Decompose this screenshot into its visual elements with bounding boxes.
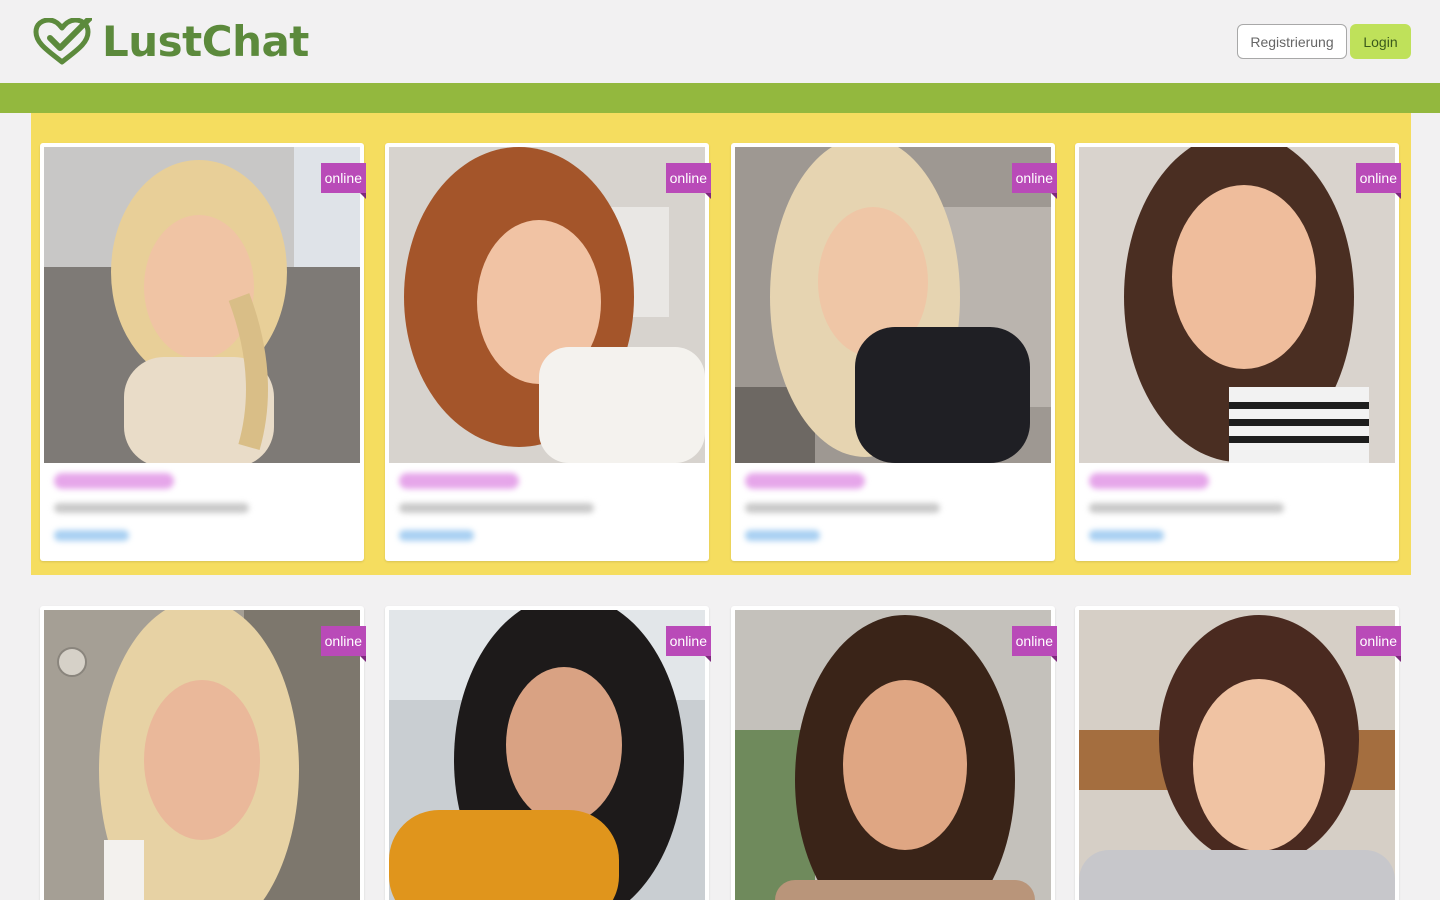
online-badge: online xyxy=(665,626,712,662)
blurred-name xyxy=(745,473,865,489)
blurred-link[interactable] xyxy=(745,530,820,541)
profile-card[interactable]: online xyxy=(731,606,1058,900)
online-badge: online xyxy=(320,626,367,662)
site-header: LustChat Registrierung Login xyxy=(0,0,1440,83)
profile-card[interactable]: online xyxy=(385,606,712,900)
online-badge: online xyxy=(1011,626,1058,662)
profile-photo xyxy=(389,147,705,463)
blurred-description xyxy=(745,503,940,513)
heart-check-icon xyxy=(33,18,92,65)
profile-photo xyxy=(735,610,1051,900)
online-badge: online xyxy=(1355,163,1402,199)
profile-photo xyxy=(389,610,705,900)
profile-photo xyxy=(44,610,360,900)
blurred-name xyxy=(399,473,519,489)
profile-card[interactable]: online xyxy=(385,143,712,561)
blurred-description xyxy=(54,503,249,513)
register-button[interactable]: Registrierung xyxy=(1237,24,1347,59)
profile-photo xyxy=(44,147,360,463)
logo-text: LustChat xyxy=(102,17,309,66)
profile-card[interactable]: online xyxy=(731,143,1058,561)
blurred-link[interactable] xyxy=(1089,530,1164,541)
profile-card[interactable]: online xyxy=(1075,606,1402,900)
blurred-description xyxy=(1089,503,1284,513)
online-badge: online xyxy=(1011,163,1058,199)
nav-bar xyxy=(0,83,1440,113)
blurred-description xyxy=(399,503,594,513)
profile-card[interactable]: online xyxy=(40,606,367,900)
profile-photo xyxy=(1079,147,1395,463)
site-logo[interactable]: LustChat xyxy=(32,18,309,66)
profile-photo xyxy=(735,147,1051,463)
online-badge: online xyxy=(1355,626,1402,662)
blurred-link[interactable] xyxy=(399,530,474,541)
online-badge: online xyxy=(665,163,712,199)
blurred-name xyxy=(54,473,174,489)
profile-photo xyxy=(1079,610,1395,900)
profile-card[interactable]: online xyxy=(1075,143,1402,561)
blurred-link[interactable] xyxy=(54,530,129,541)
login-button[interactable]: Login xyxy=(1350,24,1411,59)
blurred-name xyxy=(1089,473,1209,489)
online-badge: online xyxy=(320,163,367,199)
profile-card[interactable]: online xyxy=(40,143,367,561)
